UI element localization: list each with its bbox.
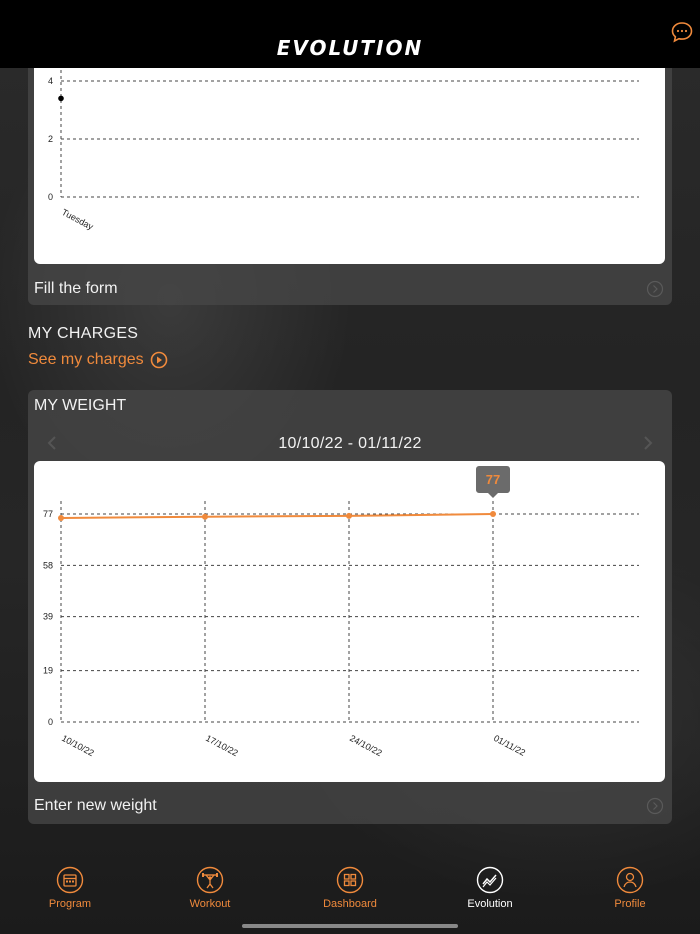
tooltip-value: 77 [486,472,500,487]
y-tick-label: 58 [43,560,53,570]
form-chart: 0 2 4 Tuesday [34,40,665,264]
chevron-right-circle-icon[interactable] [646,797,664,815]
weight-card: MY WEIGHT 10/10/22 - 01/11/22 0 19 39 58 77 1… [28,390,672,824]
person-icon [616,866,644,894]
y-tick-label: 2 [48,134,53,144]
see-charges-link[interactable]: See my charges [28,351,168,369]
x-tick-label: Tuesday [60,207,95,232]
date-range: 10/10/22 - 01/11/22 [278,435,422,452]
tab-label: Workout [189,898,231,910]
x-tick-label: 10/10/22 [60,733,96,758]
tab-profile[interactable]: Profile [580,866,680,910]
grid-icon [336,866,364,894]
tab-workout[interactable]: Workout [160,866,260,910]
x-tick-label: 01/11/22 [492,733,527,758]
weight-title: MY WEIGHT [34,397,127,414]
data-point [490,511,496,517]
data-point [58,515,64,522]
form-chart-svg: 0 2 4 Tuesday [48,40,639,232]
calendar-icon [56,866,84,894]
data-point [202,513,208,520]
tab-evolution[interactable]: Evolution [440,866,540,910]
chat-bubble-icon[interactable] [670,20,694,44]
y-tick-label: 4 [48,76,53,86]
weight-series-line [60,513,494,520]
form-chart-card: 0 2 4 Tuesday Fill the form [28,40,672,305]
chevron-right-icon[interactable] [642,435,654,451]
tab-label: Dashboard [323,898,377,910]
weight-chart: 0 19 39 58 77 10/10/22 17/10/22 24/10/22 01/11/2… [34,461,665,782]
chevron-right-circle-icon[interactable] [646,280,664,298]
charges-title: MY CHARGES [28,325,139,342]
tab-bar: Program Workout Dashboard Evolution Prof… [0,858,700,934]
y-tick-label: 39 [43,612,53,622]
home-indicator [242,924,458,928]
y-tick-label: 77 [43,509,53,519]
app-header: EVOLUTION [0,0,700,68]
y-tick-label: 0 [48,717,53,727]
see-charges-label: See my charges [28,351,144,368]
trend-line-icon [476,866,504,894]
data-point [346,512,352,519]
x-tick-label: 17/10/22 [204,733,240,758]
tab-label: Program [48,898,92,910]
y-tick-label: 19 [43,666,53,676]
app-title: EVOLUTION [276,36,424,60]
fill-form-link[interactable]: Fill the form [34,280,118,298]
weight-chart-svg: 0 19 39 58 77 10/10/22 17/10/22 24/10/22 01/11/2… [43,466,639,758]
play-circle-icon [150,351,167,369]
data-point [58,95,64,102]
tab-label: Evolution [467,898,513,910]
x-tick-label: 24/10/22 [348,733,384,758]
y-tick-label: 0 [48,192,53,202]
tab-program[interactable]: Program [20,866,120,910]
tooltip-pointer [488,493,498,498]
tab-dashboard[interactable]: Dashboard [300,866,400,910]
tab-label: Profile [614,898,646,910]
weightlifter-icon [196,866,224,894]
enter-weight-link[interactable]: Enter new weight [34,797,157,815]
